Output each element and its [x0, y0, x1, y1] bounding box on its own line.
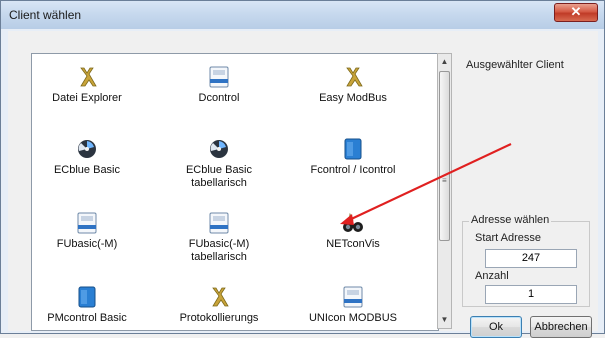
grip-icon: ≡: [442, 176, 447, 185]
device-panel-icon: [209, 212, 229, 234]
scroll-up-arrow-icon[interactable]: ▲: [438, 54, 451, 70]
scroll-thumb[interactable]: ≡: [439, 71, 450, 241]
vertical-scrollbar[interactable]: ▲ ≡ ▼: [437, 53, 452, 329]
start-address-label: Start Adresse: [475, 232, 542, 244]
list-item-fubasic-m-tabellarisch[interactable]: FUbasic(-M) tabellarisch: [164, 212, 274, 264]
list-item-unicon-modbus[interactable]: UNIcon MODBUS: [298, 286, 408, 325]
list-item-label: ECblue Basic tabellarisch: [185, 164, 253, 189]
list-item-ecblue-basic-tabellarisch[interactable]: ECblue Basic tabellarisch: [164, 138, 274, 190]
device-panel-icon: [77, 212, 97, 234]
close-button[interactable]: ✕: [554, 3, 598, 22]
blue-box-icon: [344, 138, 362, 160]
device-panel-icon: [209, 66, 229, 88]
address-groupbox: Adresse wählen Start Adresse 247 Anzahl …: [462, 214, 590, 307]
fan-icon: [210, 140, 228, 158]
dialog-body: Datei Explorer Dcontrol Easy ModBus ECbl…: [8, 31, 598, 338]
list-item-label: Protokollierungs: [179, 312, 259, 324]
list-item-fcontrol-icontrol[interactable]: Fcontrol / Icontrol: [298, 138, 408, 177]
fan-icon: [78, 140, 96, 158]
list-item-label: NETconVis: [326, 238, 380, 250]
list-item-dcontrol[interactable]: Dcontrol: [164, 66, 274, 105]
right-pane: Ausgewählter Client Adresse wählen Start…: [456, 53, 598, 338]
dialog-window: Client wählen ✕ Datei Explorer Dcontrol: [0, 0, 605, 338]
client-list[interactable]: Datei Explorer Dcontrol Easy ModBus ECbl…: [31, 53, 439, 331]
blue-box-icon: [78, 286, 96, 308]
device-panel-icon: [343, 286, 363, 308]
list-item-datei-explorer[interactable]: Datei Explorer: [32, 66, 142, 105]
list-item-label: PMcontrol Basic: [47, 312, 127, 324]
scroll-down-arrow-icon[interactable]: ▼: [438, 312, 451, 328]
list-item-label: FUbasic(-M): [56, 238, 118, 250]
address-group-title: Adresse wählen: [469, 214, 552, 226]
binoculars-icon: [343, 212, 363, 232]
list-item-fubasic-m[interactable]: FUbasic(-M): [32, 212, 142, 251]
list-item-netconvis[interactable]: NETconVis: [298, 212, 408, 251]
tool-icon: [346, 67, 363, 87]
cancel-button[interactable]: Abbrechen: [530, 316, 592, 338]
start-address-field[interactable]: 247: [485, 249, 577, 268]
count-label: Anzahl: [475, 270, 509, 282]
list-item-label: Datei Explorer: [52, 92, 122, 104]
ok-button[interactable]: Ok: [470, 316, 522, 338]
list-item-label: Easy ModBus: [319, 92, 387, 104]
window-title: Client wählen: [9, 8, 82, 22]
selected-client-label: Ausgewählter Client: [466, 59, 564, 71]
list-item-label: Dcontrol: [198, 92, 240, 104]
tool-icon: [80, 67, 97, 87]
list-item-label: ECblue Basic: [53, 164, 121, 176]
title-bar[interactable]: Client wählen ✕: [1, 1, 604, 29]
list-item-label: FUbasic(-M) tabellarisch: [188, 238, 250, 263]
tool-icon: [212, 287, 229, 307]
close-icon: ✕: [570, 4, 582, 19]
count-field[interactable]: 1: [485, 285, 577, 304]
list-item-protokollierungs[interactable]: Protokollierungs: [164, 286, 274, 325]
list-item-label: Fcontrol / Icontrol: [310, 164, 396, 176]
list-item-label: UNIcon MODBUS: [308, 312, 398, 324]
list-item-easy-modbus[interactable]: Easy ModBus: [298, 66, 408, 105]
list-item-pmcontrol-basic[interactable]: PMcontrol Basic: [32, 286, 142, 325]
list-item-ecblue-basic[interactable]: ECblue Basic: [32, 138, 142, 177]
